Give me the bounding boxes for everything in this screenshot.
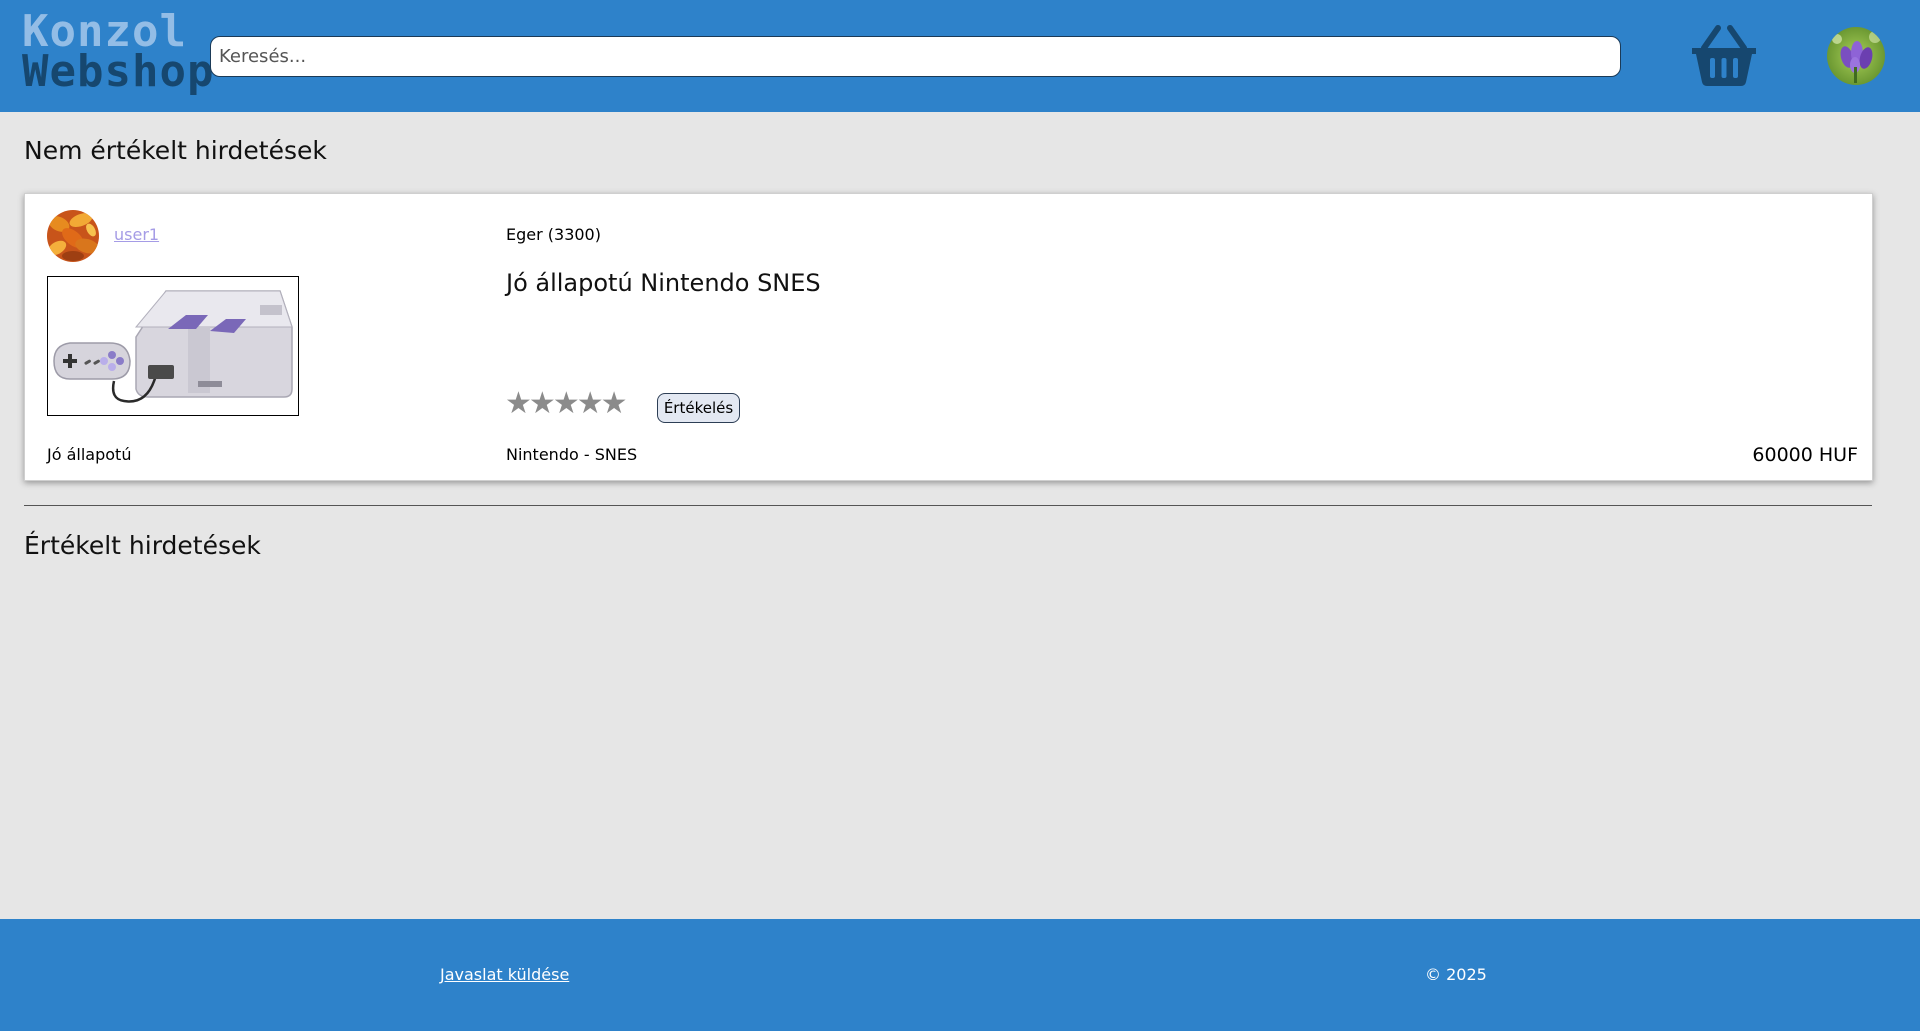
listing-title[interactable]: Jó állapotú Nintendo SNES (506, 269, 821, 297)
site-logo[interactable]: Konzol Webshop (22, 10, 215, 98)
listing-price: 60000 HUF (1752, 444, 1858, 466)
send-suggestion-link[interactable]: Javaslat küldése (440, 965, 569, 984)
copyright-text: © 2025 (1425, 965, 1487, 984)
star-1-icon[interactable]: ★ (505, 386, 532, 421)
unrated-section-title: Nem értékelt hirdetések (24, 136, 327, 165)
site-header: Konzol Webshop (0, 0, 1920, 112)
star-2-icon[interactable]: ★ (529, 386, 556, 421)
listing-condition: Jó állapotú (47, 445, 132, 464)
seller-avatar[interactable] (47, 210, 99, 262)
section-divider (24, 505, 1872, 506)
star-4-icon[interactable]: ★ (577, 386, 604, 421)
logo-line-2: Webshop (22, 46, 215, 97)
seller-username-link[interactable]: user1 (114, 225, 159, 244)
listing-card: user1 Eger (3300) Jó állapotú Nintendo S… (24, 193, 1873, 481)
listing-location: Eger (3300) (506, 225, 601, 244)
star-5-icon[interactable]: ★ (601, 386, 628, 421)
star-3-icon[interactable]: ★ (553, 386, 580, 421)
star-rating: ★★★★★ (505, 386, 628, 421)
rate-button[interactable]: Értékelés (657, 393, 740, 423)
site-footer: Javaslat küldése © 2025 (0, 919, 1920, 1031)
basket-icon[interactable] (1690, 24, 1758, 88)
listing-image[interactable] (47, 276, 299, 416)
search-input[interactable] (210, 36, 1621, 77)
user-avatar[interactable] (1827, 27, 1885, 85)
listing-category: Nintendo - SNES (506, 445, 638, 464)
rated-section-title: Értékelt hirdetések (24, 531, 261, 560)
